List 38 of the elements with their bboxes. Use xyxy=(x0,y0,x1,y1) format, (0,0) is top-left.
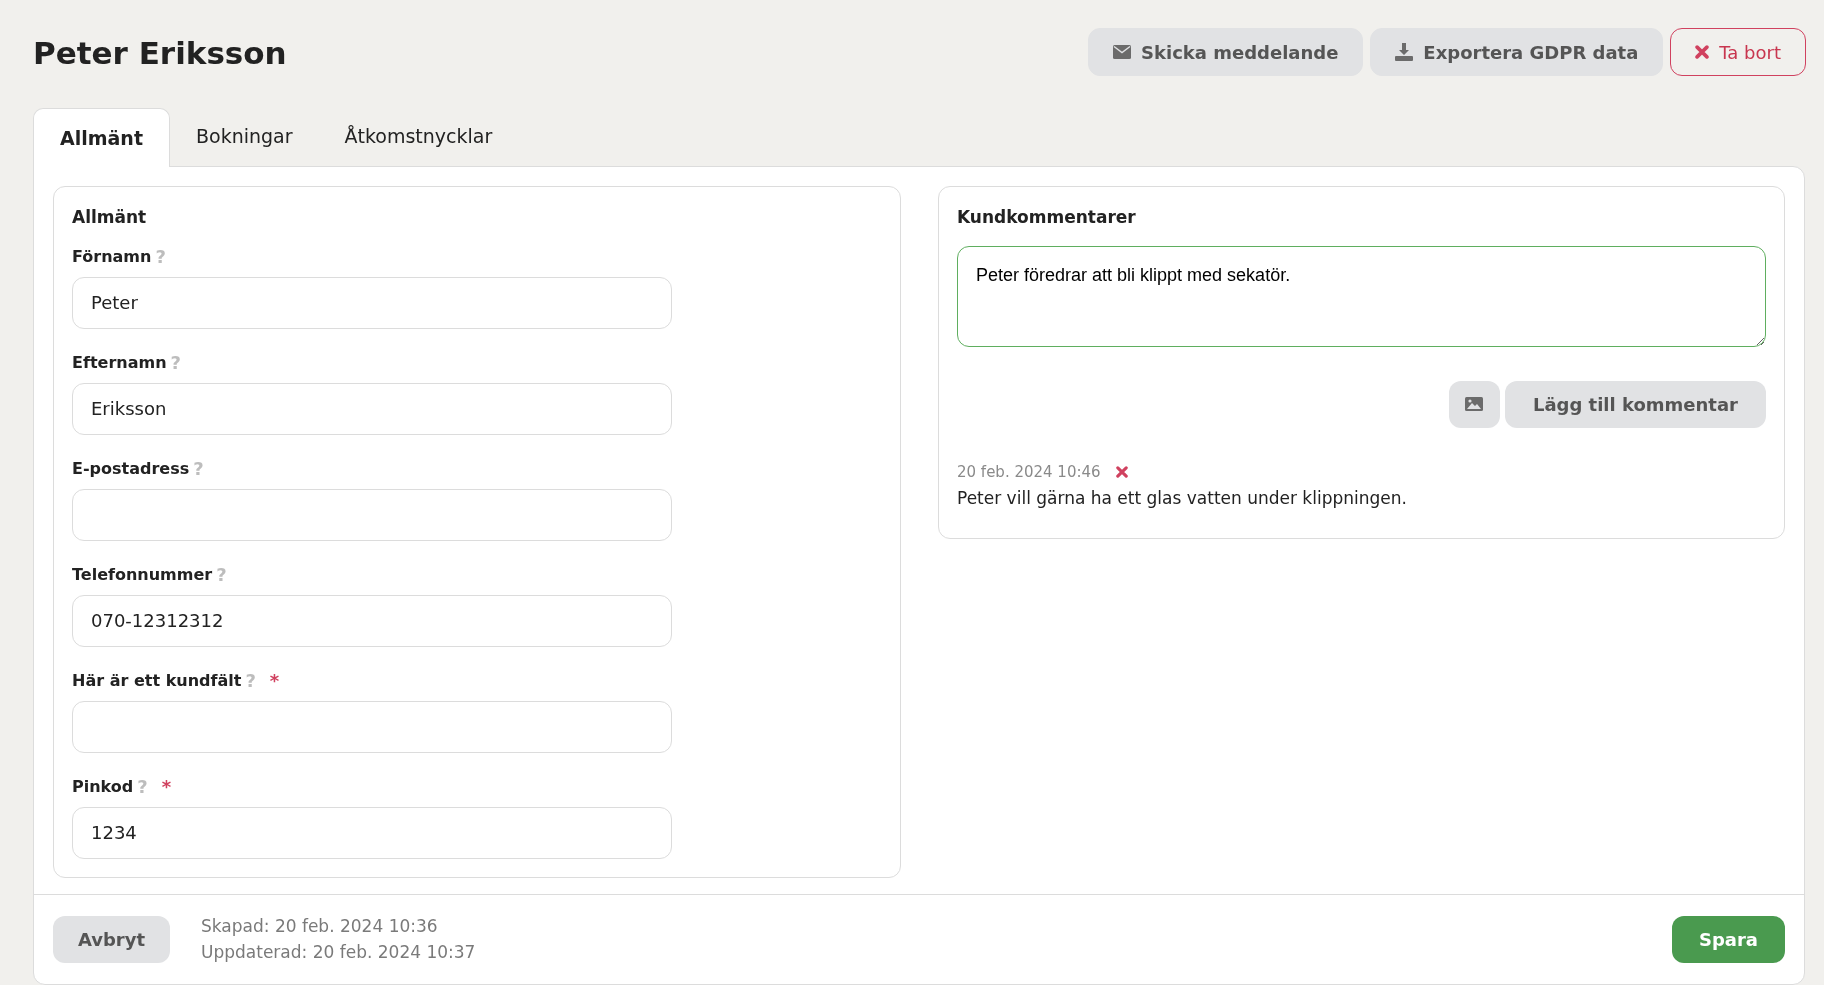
tab[interactable]: Bokningar xyxy=(169,107,319,166)
input-field[interactable]: Eriksson xyxy=(72,382,672,435)
required-mark: * xyxy=(161,777,172,796)
save-button[interactable]: Spara xyxy=(1671,915,1785,963)
tab[interactable]: Åtkomstnycklar xyxy=(318,107,519,166)
image-button[interactable] xyxy=(1448,380,1500,428)
input-field[interactable]: 070-12312312 xyxy=(72,594,672,647)
close-icon xyxy=(1695,45,1710,59)
page-title: Peter Eriksson xyxy=(33,34,287,73)
input-field[interactable] xyxy=(72,700,672,753)
comment-field[interactable]: Peter föredrar att bli klippt med sekatör. xyxy=(957,245,1766,347)
field-label: Pinkod xyxy=(72,775,134,798)
image-icon xyxy=(1465,397,1484,411)
comment-text: Peter vill gärna ha ett glas vatten under klippningen. xyxy=(957,487,1408,510)
send-message-button[interactable]: Skicka meddelande xyxy=(1088,28,1364,76)
field-label: Telefonnummer xyxy=(72,563,213,586)
created-date: Skapad: 20 feb. 2024 10:36 xyxy=(201,915,439,938)
required-mark: * xyxy=(269,671,280,690)
updated-date: Uppdaterad: 20 feb. 2024 10:37 xyxy=(201,941,476,964)
input-field[interactable]: 1234 xyxy=(72,806,672,859)
section-title: Allmänt xyxy=(72,206,148,229)
input-field[interactable] xyxy=(72,488,672,541)
close-icon xyxy=(1115,465,1128,478)
delete-button[interactable]: Ta bort xyxy=(1670,28,1806,76)
envelope-icon xyxy=(1113,45,1132,59)
tab[interactable]: Allmänt xyxy=(33,108,170,167)
input-field[interactable]: Peter xyxy=(72,276,672,329)
comment-time: 20 feb. 2024 10:46 xyxy=(957,461,1101,483)
field-label: Här är ett kundfält xyxy=(72,669,242,692)
cancel-button[interactable]: Avbryt xyxy=(53,915,170,963)
field-label: E-postadress xyxy=(72,457,190,480)
section-title: Kundkommentarer xyxy=(957,206,1137,229)
add-comment-button[interactable]: Lägg till kommentar xyxy=(1504,380,1766,428)
download-icon xyxy=(1395,43,1414,61)
field-label: Efternamn xyxy=(72,351,167,374)
field-label: Förnamn xyxy=(72,245,152,268)
export-button[interactable]: Exportera GDPR data xyxy=(1370,28,1664,76)
delete-comment-button[interactable] xyxy=(1115,465,1128,478)
